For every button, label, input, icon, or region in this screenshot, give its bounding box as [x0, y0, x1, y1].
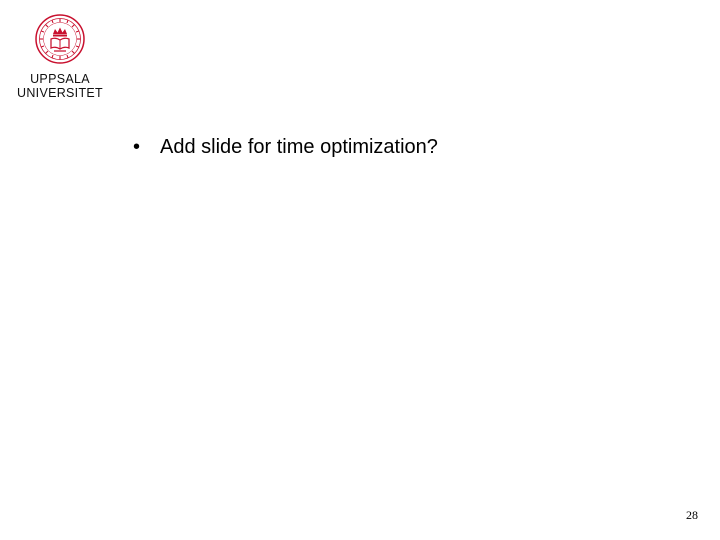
university-logo: UPPSALA UNIVERSITET: [14, 14, 106, 104]
uppsala-university-seal-icon: [35, 14, 85, 64]
page-number: 28: [686, 508, 698, 522]
logo-wordmark-line1: UPPSALA: [30, 72, 90, 86]
slide: UPPSALA UNIVERSITET • Add slide for time…: [0, 0, 720, 540]
slide-body: • Add slide for time optimization?: [133, 134, 693, 160]
bullet-item: • Add slide for time optimization?: [133, 134, 693, 160]
bullet-marker: •: [133, 136, 141, 158]
bullet-text: Add slide for time optimization?: [160, 136, 438, 158]
logo-wordmark-line2: UNIVERSITET: [17, 86, 103, 100]
